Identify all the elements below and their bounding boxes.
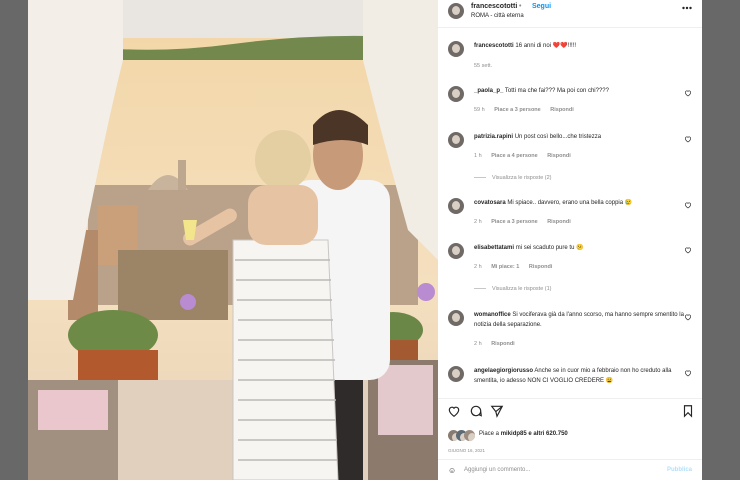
heart-icon[interactable] xyxy=(447,404,461,418)
comment-text: Un post così bello...che tristezza xyxy=(514,134,602,140)
comment-text: mi sei scaduto pure tu 😕 xyxy=(515,245,584,251)
avatar[interactable] xyxy=(448,41,464,57)
post-actions: Piace a mikidp85 e altri 620.750 GIUGNO … xyxy=(438,398,702,480)
view-replies-label[interactable]: Visualizza le risposte (2) xyxy=(492,175,552,181)
reply-button[interactable]: Rispondi xyxy=(491,341,515,347)
comment-likes[interactable]: Piace a 4 persone xyxy=(491,153,537,159)
liked-by-prefix: Piace a xyxy=(479,431,500,437)
comment-username[interactable]: _paola_p_ xyxy=(474,88,503,94)
comment-likes[interactable]: Piace a 3 persone xyxy=(491,219,537,225)
comment-username[interactable]: covatosara xyxy=(474,200,506,206)
liked-by-avatars[interactable] xyxy=(448,430,476,442)
comment-text: Mi spiace.. davvero, erano una bella cop… xyxy=(507,200,633,206)
comment-meta: 1 h Piace a 4 persone Rispondi xyxy=(474,153,579,159)
comment-likes[interactable]: Mi piace: 1 xyxy=(491,264,519,270)
comment-time: 1 h xyxy=(474,153,482,159)
avatar[interactable] xyxy=(448,243,464,259)
comment-username[interactable]: elisabettatami xyxy=(474,245,514,251)
photo-illustration xyxy=(28,0,438,480)
comment-time: 59 h xyxy=(474,107,485,113)
reply-button[interactable]: Rispondi xyxy=(547,219,571,225)
avatar[interactable] xyxy=(448,310,464,326)
comment-meta: 2 h Mi piace: 1 Rispondi xyxy=(474,264,560,270)
share-icon[interactable] xyxy=(490,404,504,418)
comment-line: womanoffice Si vociferava già da l'anno … xyxy=(474,310,694,330)
like-comment-heart-icon[interactable] xyxy=(684,369,692,377)
replies-divider xyxy=(474,288,486,290)
comment-meta: 59 h Piace a 3 persone Rispondi xyxy=(474,107,582,113)
liked-by-user[interactable]: mikidp85 xyxy=(501,431,527,437)
comment-icon[interactable] xyxy=(469,404,483,418)
comment-line: elisabettatami mi sei scaduto pure tu 😕 xyxy=(474,243,694,253)
avatar[interactable] xyxy=(448,3,464,19)
comment-text: Totti ma che fai??? Ma poi con chi???? xyxy=(504,88,609,94)
comment-meta: 2 h Piace a 3 persone Rispondi xyxy=(474,219,579,225)
comment-username[interactable]: womanoffice xyxy=(474,312,511,318)
post-date: GIUGNO 16, 2021 xyxy=(448,448,486,453)
header-location[interactable]: ROMA - città eterna xyxy=(471,13,524,19)
comment-likes[interactable]: Piace a 3 persone xyxy=(494,107,540,113)
follow-button[interactable]: Segui xyxy=(532,3,551,10)
post-photo[interactable] xyxy=(28,0,438,480)
comment-line: _paola_p_ Totti ma che fai??? Ma poi con… xyxy=(474,86,694,96)
like-comment-heart-icon[interactable] xyxy=(684,313,692,321)
comment-line: covatosara Mi spiace.. davvero, erano un… xyxy=(474,198,694,208)
reply-button[interactable]: Rispondi xyxy=(529,264,553,270)
header-dot: • xyxy=(519,3,522,10)
add-comment-bar: ☺ Aggiungi un commento... Pubblica xyxy=(438,459,702,480)
avatar[interactable] xyxy=(448,86,464,102)
comment-username[interactable]: patrizia.rapini xyxy=(474,134,513,140)
comment-time: 2 h xyxy=(474,264,482,270)
view-replies-button[interactable]: Visualizza le risposte (1) xyxy=(474,286,552,292)
view-replies-label[interactable]: Visualizza le risposte (1) xyxy=(492,286,552,292)
post-sidebar: francescototti • Segui ROMA - città eter… xyxy=(438,0,702,480)
more-icon[interactable] xyxy=(682,6,692,10)
comment-line: patrizia.rapini Un post così bello...che… xyxy=(474,132,694,142)
right-backdrop xyxy=(702,0,740,480)
liked-by-rest[interactable]: e altri 620.750 xyxy=(528,431,567,437)
caption-line: francescototti 16 anni di noi ❤️❤️!!!!! xyxy=(474,41,694,51)
caption-time: 55 sett. xyxy=(474,63,493,69)
header-username[interactable]: francescototti xyxy=(471,3,517,10)
avatar[interactable] xyxy=(448,366,464,382)
liked-by: Piace a mikidp85 e altri 620.750 xyxy=(479,431,568,437)
like-comment-heart-icon[interactable] xyxy=(684,201,692,209)
reply-button[interactable]: Rispondi xyxy=(547,153,571,159)
view-replies-button[interactable]: Visualizza le risposte (2) xyxy=(474,175,552,181)
caption-username[interactable]: francescototti xyxy=(474,43,514,49)
avatar[interactable] xyxy=(448,132,464,148)
avatar xyxy=(464,430,475,441)
replies-divider xyxy=(474,177,486,179)
comment-meta: 2 h Rispondi xyxy=(474,341,523,347)
publish-button[interactable]: Pubblica xyxy=(667,467,692,473)
post-header: francescototti • Segui ROMA - città eter… xyxy=(438,0,702,28)
comment-time: 2 h xyxy=(474,219,482,225)
comment-time: 2 h xyxy=(474,341,482,347)
reply-button[interactable]: Rispondi xyxy=(550,107,574,113)
left-backdrop xyxy=(0,0,28,480)
emoji-icon[interactable]: ☺ xyxy=(448,466,456,475)
caption-text: 16 anni di noi ❤️❤️!!!!! xyxy=(515,43,576,49)
like-comment-heart-icon[interactable] xyxy=(684,89,692,97)
add-comment-input[interactable]: Aggiungi un commento... xyxy=(464,467,530,473)
avatar[interactable] xyxy=(448,198,464,214)
like-comment-heart-icon[interactable] xyxy=(684,135,692,143)
bookmark-icon[interactable] xyxy=(681,404,695,418)
comment-username[interactable]: angelaegiorgiorusso xyxy=(474,368,533,374)
comment-line: angelaegiorgiorusso Anche se in cuor mio… xyxy=(474,366,694,386)
like-comment-heart-icon[interactable] xyxy=(684,246,692,254)
